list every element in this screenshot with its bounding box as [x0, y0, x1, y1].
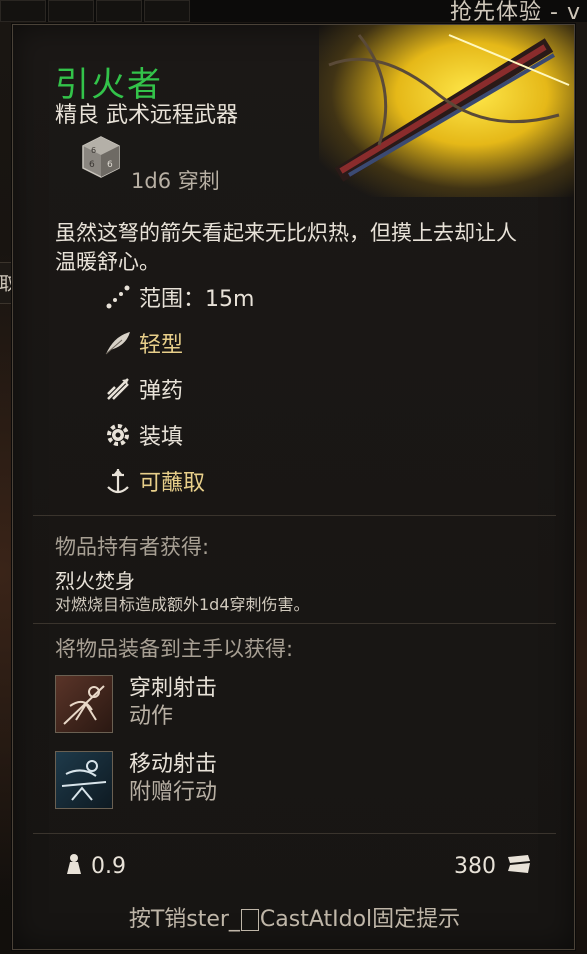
- piercing-shot-icon: [55, 675, 113, 733]
- key-icon: [240, 909, 259, 931]
- item-description: 虽然这弩的箭矢看起来无比炽热，但摸上去却让人温暖舒心。: [55, 221, 517, 274]
- property-label: 范围：15m: [139, 287, 255, 312]
- equip-header: 将物品装备到主手以获得:: [55, 637, 294, 661]
- item-value: 380: [454, 853, 532, 879]
- property-ammunition: 弹药: [103, 373, 183, 405]
- gear-icon: [103, 420, 133, 450]
- action-type: 附赠行动: [129, 780, 218, 805]
- weight-icon: [65, 853, 83, 879]
- svg-text:6: 6: [91, 146, 96, 155]
- action-name: 移动射击: [129, 752, 218, 777]
- divider: [33, 623, 556, 624]
- hotbar-slot[interactable]: [48, 0, 94, 22]
- property-loading: 装填: [103, 419, 183, 451]
- hotbar-slot[interactable]: [0, 0, 46, 22]
- hint-prefix: 按T销ster_: [128, 907, 240, 932]
- property-label: 弹药: [139, 379, 184, 404]
- action-mobile-shot[interactable]: 移动射击 附赠行动: [55, 751, 217, 809]
- action-type: 动作: [129, 704, 174, 729]
- property-label: 可蘸取: [139, 471, 206, 496]
- property-label: 装填: [139, 425, 184, 450]
- hotbar-strip: 抢先体验 - v: [0, 0, 587, 25]
- dip-icon: [103, 466, 133, 496]
- wielder-header: 物品持有者获得:: [55, 535, 210, 559]
- dice-icon: 6 6 6: [79, 135, 123, 179]
- item-type: 精良 武术远程武器: [55, 103, 238, 128]
- pin-tooltip-hint: 按T销ster_ CastAtIdol固定提示: [13, 901, 576, 933]
- item-weight: 0.9: [65, 853, 126, 879]
- svg-text:6: 6: [89, 160, 95, 170]
- hotbar-slot[interactable]: [96, 0, 142, 22]
- hotbar-slot[interactable]: [144, 0, 190, 22]
- passive-name: 烈火焚身: [55, 569, 135, 593]
- svg-text:6: 6: [107, 160, 113, 170]
- item-artwork: [319, 25, 574, 197]
- coin-icon: [506, 853, 532, 879]
- property-label: 轻型: [139, 333, 184, 358]
- divider: [33, 833, 556, 834]
- hint-suffix: 固定提示: [372, 907, 461, 932]
- action-piercing-shot[interactable]: 穿刺射击 动作: [55, 675, 217, 733]
- damage-text: 1d6 穿刺: [131, 169, 220, 193]
- range-icon: [103, 282, 133, 312]
- feather-icon: [103, 328, 133, 358]
- divider: [33, 515, 556, 516]
- weight-value: 0.9: [91, 853, 126, 879]
- early-access-label: 抢先体验 - v: [450, 0, 581, 25]
- mobile-shot-icon: [55, 751, 113, 809]
- hint-key: CastAtIdol: [259, 907, 373, 932]
- property-dippable[interactable]: 可蘸取: [103, 465, 205, 497]
- gold-value: 380: [454, 853, 496, 879]
- item-tooltip: 引火者 精良 武术远程武器 6 6 6 1d6 穿刺 虽然这弩的箭矢看起来无比炽…: [12, 24, 575, 950]
- ammo-icon: [103, 374, 133, 404]
- property-range: 范围：15m: [103, 281, 254, 313]
- action-name: 穿刺射击: [129, 676, 218, 701]
- passive-description: 对燃烧目标造成额外1d4穿刺伤害。: [55, 595, 310, 614]
- property-light[interactable]: 轻型: [103, 327, 183, 359]
